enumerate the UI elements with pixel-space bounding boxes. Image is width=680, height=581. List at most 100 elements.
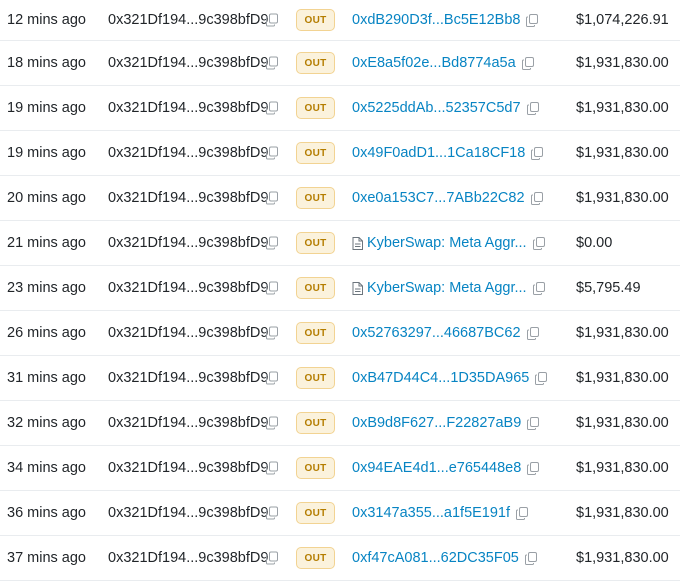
table-row: 32 mins ago 0x321Df194...9c398bfD9 OUT 0… [0,401,680,446]
to-address-link[interactable]: 0xe0a153C7...7ABb22C82 [352,190,525,206]
to-address-cell: 0xB9d8F627...F22827aB9 [352,415,540,431]
copy-from-button[interactable] [266,281,278,295]
from-address: 0x321Df194...9c398bfD9 [108,370,269,386]
copy-icon[interactable] [266,461,278,475]
copy-from-button[interactable] [266,371,278,385]
copy-from-button[interactable] [266,101,278,115]
to-address-cell: KyberSwap: Meta Aggr... [352,235,545,251]
amount-value: $0.00 [576,235,613,251]
copy-icon[interactable] [531,146,544,160]
to-address-link[interactable]: 0xB9d8F627...F22827aB9 [352,415,521,431]
copy-from-button[interactable] [266,416,278,430]
age-cell: 19 mins ago [7,145,86,161]
table-row: 26 mins ago 0x321Df194...9c398bfD9 OUT 0… [0,311,680,356]
to-address-link[interactable]: 0x94EAE4d1...e765448e8 [352,460,521,476]
to-address-link[interactable]: KyberSwap: Meta Aggr... [367,280,527,296]
to-address-link[interactable]: 0x52763297...46687BC62 [352,325,521,341]
copy-icon[interactable] [266,101,278,115]
copy-icon[interactable] [521,56,534,70]
from-address: 0x321Df194...9c398bfD9 [108,505,269,521]
copy-icon[interactable] [266,13,278,27]
to-address-link[interactable]: 0x49F0adD1...1Ca18CF18 [352,145,525,161]
direction-badge: OUT [296,502,335,524]
direction-badge: OUT [296,322,335,344]
amount-value: $1,931,830.00 [576,505,669,521]
to-address-cell: 0x94EAE4d1...e765448e8 [352,460,540,476]
copy-icon[interactable] [524,551,537,565]
amount-value: $1,931,830.00 [576,370,669,386]
copy-icon[interactable] [535,371,548,385]
copy-icon[interactable] [266,281,278,295]
to-address-cell: 0x52763297...46687BC62 [352,325,539,341]
copy-icon[interactable] [266,191,278,205]
age-cell: 37 mins ago [7,550,86,566]
copy-icon[interactable] [530,191,543,205]
copy-from-button[interactable] [266,191,278,205]
age-cell: 26 mins ago [7,325,86,341]
to-address-cell: 0xE8a5f02e...Bd8774a5a [352,55,534,71]
direction-badge: OUT [296,412,335,434]
copy-from-button[interactable] [266,13,278,27]
direction-badge: OUT [296,367,335,389]
to-address-link[interactable]: 0xdB290D3f...Bc5E12Bb8 [352,12,520,28]
copy-from-button[interactable] [266,551,278,565]
amount-value: $1,931,830.00 [576,100,669,116]
copy-icon[interactable] [527,416,540,430]
to-address-cell: 0xdB290D3f...Bc5E12Bb8 [352,12,539,28]
amount-value: $1,931,830.00 [576,190,669,206]
amount-value: $1,931,830.00 [576,460,669,476]
table-row: 37 mins ago 0x321Df194...9c398bfD9 OUT 0… [0,536,680,581]
age-cell: 31 mins ago [7,370,86,386]
age-cell: 21 mins ago [7,235,86,251]
to-address-link[interactable]: 0xE8a5f02e...Bd8774a5a [352,55,516,71]
table-row: 36 mins ago 0x321Df194...9c398bfD9 OUT 0… [0,491,680,536]
copy-from-button[interactable] [266,326,278,340]
from-address: 0x321Df194...9c398bfD9 [108,325,269,341]
copy-from-button[interactable] [266,146,278,160]
copy-icon[interactable] [266,236,278,250]
copy-icon[interactable] [527,461,540,475]
amount-value: $1,931,830.00 [576,415,669,431]
direction-badge: OUT [296,187,335,209]
transactions-table: 12 mins ago 0x321Df194...9c398bfD9 OUT 0… [0,0,680,581]
table-row: 19 mins ago 0x321Df194...9c398bfD9 OUT 0… [0,86,680,131]
from-address: 0x321Df194...9c398bfD9 [108,280,269,296]
from-address: 0x321Df194...9c398bfD9 [108,415,269,431]
document-icon [352,281,363,295]
from-address: 0x321Df194...9c398bfD9 [108,460,269,476]
copy-icon[interactable] [266,326,278,340]
direction-badge: OUT [296,232,335,254]
copy-icon[interactable] [526,101,539,115]
copy-icon[interactable] [266,56,278,70]
to-address-link[interactable]: 0xf47cA081...62DC35F05 [352,550,519,566]
copy-icon[interactable] [266,551,278,565]
copy-from-button[interactable] [266,461,278,475]
from-address: 0x321Df194...9c398bfD9 [108,235,269,251]
age-cell: 34 mins ago [7,460,86,476]
copy-icon[interactable] [266,416,278,430]
direction-badge: OUT [296,52,335,74]
direction-badge: OUT [296,9,335,31]
amount-value: $1,074,226.91 [576,12,669,28]
copy-icon[interactable] [532,281,545,295]
copy-icon[interactable] [266,146,278,160]
copy-icon[interactable] [532,236,545,250]
copy-icon[interactable] [526,326,539,340]
direction-badge: OUT [296,142,335,164]
to-address-link[interactable]: 0x3147a355...a1f5E191f [352,505,510,521]
copy-from-button[interactable] [266,56,278,70]
copy-icon[interactable] [526,13,539,27]
to-address-link[interactable]: 0x5225ddAb...52357C5d7 [352,100,521,116]
amount-value: $1,931,830.00 [576,55,669,71]
to-address-link[interactable]: 0xB47D44C4...1D35DA965 [352,370,529,386]
to-address-cell: 0x3147a355...a1f5E191f [352,505,529,521]
copy-icon[interactable] [516,506,529,520]
copy-icon[interactable] [266,506,278,520]
to-address-link[interactable]: KyberSwap: Meta Aggr... [367,235,527,251]
copy-icon[interactable] [266,371,278,385]
copy-from-button[interactable] [266,236,278,250]
from-address: 0x321Df194...9c398bfD9 [108,145,269,161]
copy-from-button[interactable] [266,506,278,520]
amount-value: $1,931,830.00 [576,145,669,161]
table-row: 19 mins ago 0x321Df194...9c398bfD9 OUT 0… [0,131,680,176]
